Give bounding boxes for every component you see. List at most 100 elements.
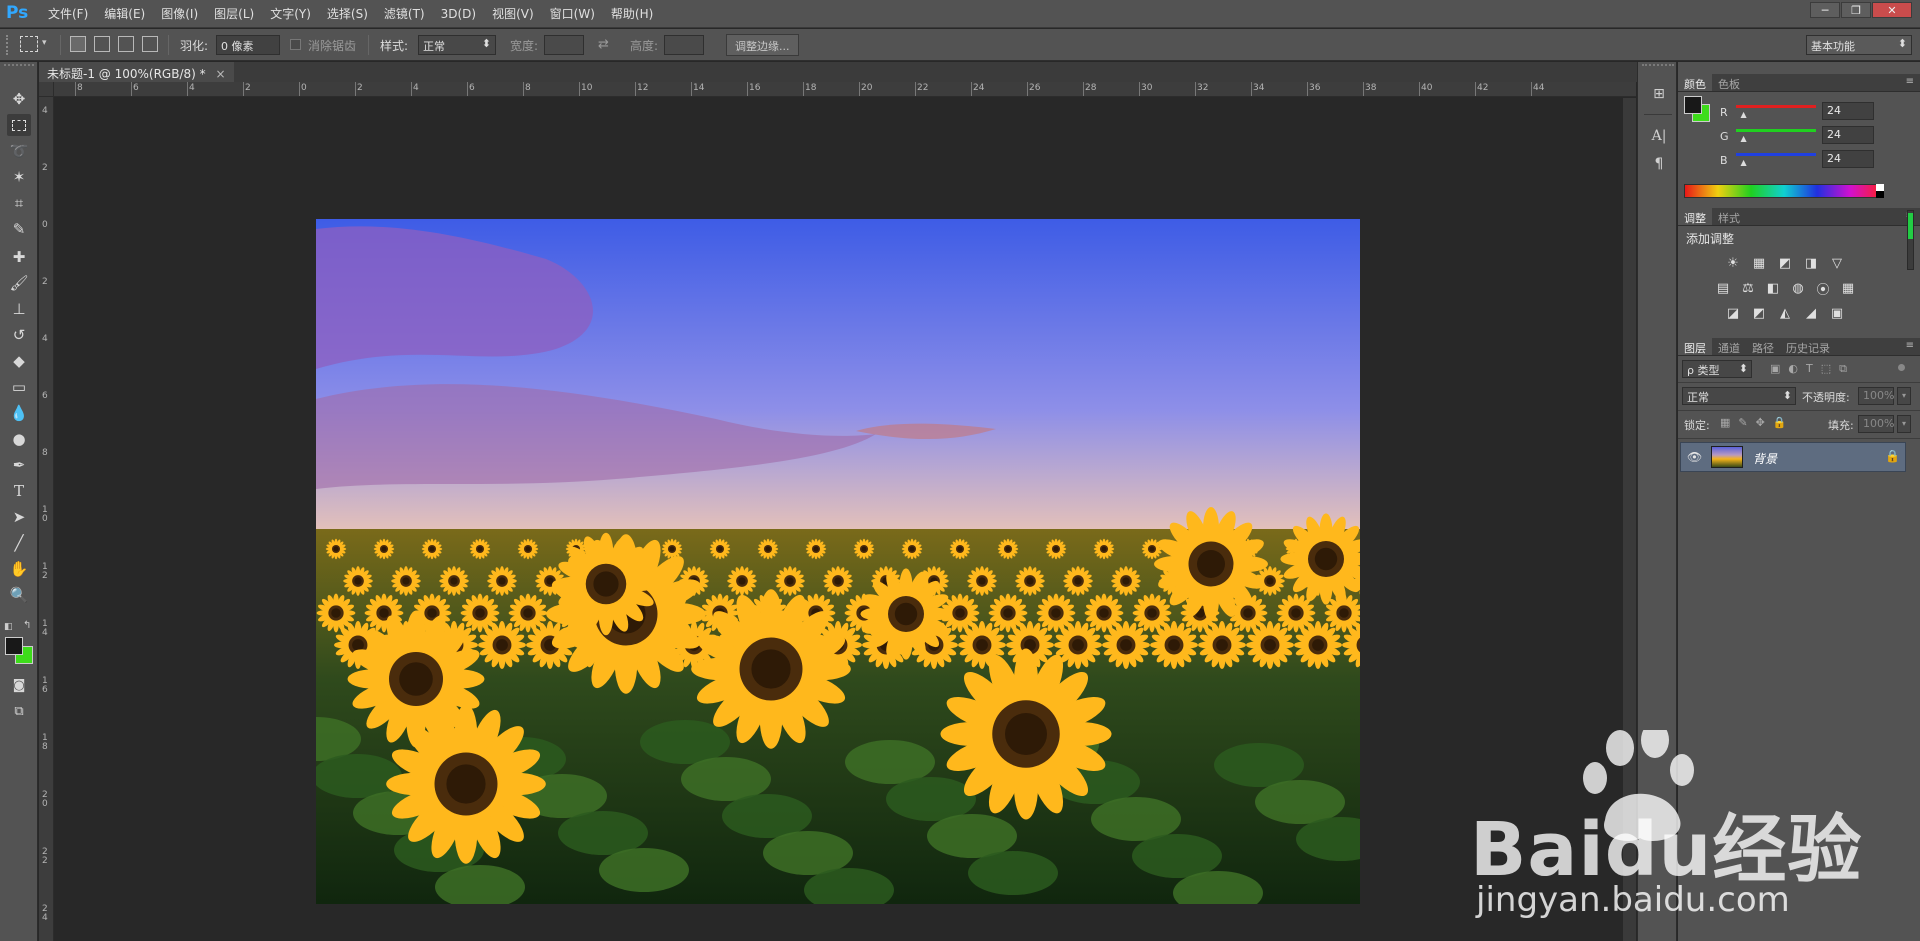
lock-image-icon[interactable]: ✎ (1738, 416, 1747, 429)
marquee-tool-icon[interactable] (7, 114, 31, 136)
channel-g-value[interactable]: 24 (1822, 126, 1874, 144)
color-spectrum-bar[interactable] (1684, 184, 1884, 198)
channel-b-value[interactable]: 24 (1822, 150, 1874, 168)
adjustment-icon[interactable]: ◭ (1776, 305, 1794, 321)
black-white-swatch[interactable] (1876, 184, 1884, 198)
paragraph-panel-icon[interactable]: ¶ (1649, 154, 1669, 174)
screen-mode-icon[interactable]: ⧉ (7, 700, 31, 722)
eyedropper-tool-icon[interactable]: ✎ (7, 218, 31, 240)
layer-row[interactable]: 👁 背景 🔒 (1680, 442, 1906, 472)
rect-marquee-preset-icon[interactable] (20, 36, 38, 52)
eraser-tool-icon[interactable]: ◆ (7, 350, 31, 372)
visibility-eye-icon[interactable]: 👁 (1687, 450, 1702, 464)
color-panel-foreground-swatch[interactable] (1684, 96, 1702, 114)
hand-tool-icon[interactable]: ✋ (7, 558, 31, 580)
layers-panel-menu-icon[interactable]: ≡ (1906, 340, 1914, 351)
menu-item-9[interactable]: 窗口(W) (542, 0, 603, 28)
lock-transparent-icon[interactable]: ▦ (1720, 416, 1730, 429)
channel-r-value[interactable]: 24 (1822, 102, 1874, 120)
adjustment-icon[interactable]: ◪ (1724, 305, 1742, 321)
tab-adjustments[interactable]: 调整 (1678, 208, 1712, 225)
menu-item-0[interactable]: 文件(F) (40, 0, 96, 28)
adjustment-icon[interactable]: ▦ (1750, 255, 1768, 271)
new-selection-icon[interactable] (70, 36, 86, 52)
menu-item-1[interactable]: 编辑(E) (96, 0, 153, 28)
adjustment-icon[interactable]: ◍ (1789, 280, 1807, 296)
menu-item-5[interactable]: 选择(S) (319, 0, 376, 28)
width-input[interactable] (544, 35, 584, 55)
adjustment-icon[interactable]: ◨ (1802, 255, 1820, 271)
add-selection-icon[interactable] (94, 36, 110, 52)
adjustment-icon[interactable]: ☀ (1724, 255, 1742, 271)
adjustment-icon[interactable]: ▦ (1839, 280, 1857, 296)
zoom-tool-icon[interactable]: 🔍 (7, 584, 31, 606)
adjustment-icon[interactable]: ⚖ (1739, 280, 1757, 296)
ruler-origin[interactable] (39, 82, 54, 97)
channel-g-slider[interactable] (1736, 129, 1816, 132)
dodge-tool-icon[interactable]: ● (7, 428, 31, 450)
menu-item-2[interactable]: 图像(I) (153, 0, 206, 28)
gradient-tool-icon[interactable]: ▭ (7, 376, 31, 398)
menu-item-6[interactable]: 滤镜(T) (376, 0, 433, 28)
adjustment-icon[interactable]: ◩ (1776, 255, 1794, 271)
adjustment-icon[interactable]: ◢ (1802, 305, 1820, 321)
adjustment-icon[interactable]: ▤ (1714, 280, 1732, 296)
channel-b-slider[interactable] (1736, 153, 1816, 156)
type-tool-icon[interactable]: T (7, 480, 31, 502)
properties-panel-icon[interactable]: ⊞ (1649, 84, 1669, 104)
layer-name[interactable]: 背景 (1753, 450, 1777, 467)
channel-r-slider-handle[interactable]: ▲ (1741, 110, 1747, 119)
tab-color[interactable]: 颜色 (1678, 74, 1712, 91)
fill-input[interactable]: 100% (1858, 415, 1894, 433)
tab-swatches[interactable]: 色板 (1712, 74, 1746, 91)
refine-edge-button[interactable]: 调整边缘... (726, 34, 799, 56)
swap-dimensions-icon[interactable]: ⇄ (598, 37, 609, 52)
feather-input[interactable]: 0 像素 (216, 35, 280, 55)
filter-smart-object-icon[interactable]: ⧉ (1839, 362, 1847, 376)
crop-tool-icon[interactable]: ⌗ (7, 192, 31, 214)
channel-r-slider[interactable] (1736, 105, 1816, 108)
adjustment-icon[interactable]: ◩ (1750, 305, 1768, 321)
healing-brush-tool-icon[interactable]: ✚ (7, 246, 31, 268)
swap-colors-icon[interactable]: ↰ (23, 620, 31, 631)
pen-tool-icon[interactable]: ✒ (7, 454, 31, 476)
filter-shape-icon[interactable]: ⬚ (1821, 362, 1831, 376)
subtract-selection-icon[interactable] (118, 36, 134, 52)
close-document-icon[interactable]: × (215, 67, 225, 81)
lock-position-icon[interactable]: ✥ (1756, 416, 1765, 429)
history-brush-tool-icon[interactable]: ↺ (7, 324, 31, 346)
tab-layers[interactable]: 图层 (1678, 338, 1712, 355)
brush-tool-icon[interactable]: 🖌 (7, 272, 31, 294)
close-button[interactable]: ✕ (1872, 2, 1912, 18)
fill-dropdown-icon[interactable]: ▾ (1897, 415, 1911, 433)
tab-paths[interactable]: 路径 (1746, 338, 1780, 355)
preset-dropdown-icon[interactable]: ▾ (42, 38, 47, 48)
character-panel-icon[interactable]: A| (1649, 126, 1669, 146)
adjustment-icon[interactable]: ◧ (1764, 280, 1782, 296)
menu-item-4[interactable]: 文字(Y) (262, 0, 319, 28)
quick-mask-icon[interactable]: ◙ (7, 674, 31, 696)
channel-b-slider-handle[interactable]: ▲ (1741, 158, 1747, 167)
restore-button[interactable]: ❐ (1841, 2, 1871, 18)
menu-item-7[interactable]: 3D(D) (433, 0, 484, 28)
style-select[interactable]: 正常 ⬍ (418, 35, 496, 55)
blend-mode-select[interactable]: 正常 ⬍ (1682, 387, 1796, 405)
color-panel-menu-icon[interactable]: ≡ (1906, 76, 1914, 87)
menu-item-3[interactable]: 图层(L) (206, 0, 262, 28)
layer-filter-toggle[interactable] (1896, 358, 1907, 376)
blur-tool-icon[interactable]: 💧 (7, 402, 31, 424)
intersect-selection-icon[interactable] (142, 36, 158, 52)
menu-item-8[interactable]: 视图(V) (484, 0, 542, 28)
tab-history[interactable]: 历史记录 (1780, 338, 1836, 355)
foreground-color-swatch[interactable] (5, 637, 23, 655)
default-colors-icon[interactable]: ◧ (4, 622, 13, 632)
move-tool-icon[interactable]: ✥ (7, 88, 31, 110)
adjustment-icon[interactable]: ⦿ (1814, 280, 1832, 298)
document-tab[interactable]: 未标题-1 @ 100%(RGB/8) * × (39, 62, 234, 82)
line-tool-icon[interactable]: ╱ (7, 532, 31, 554)
opacity-input[interactable]: 100% (1858, 387, 1894, 405)
channel-g-slider-handle[interactable]: ▲ (1741, 134, 1747, 143)
layer-filter-select[interactable]: ρ 类型 ⬍ (1682, 360, 1752, 378)
opacity-dropdown-icon[interactable]: ▾ (1897, 387, 1911, 405)
adjustment-icon[interactable]: ▣ (1828, 305, 1846, 321)
